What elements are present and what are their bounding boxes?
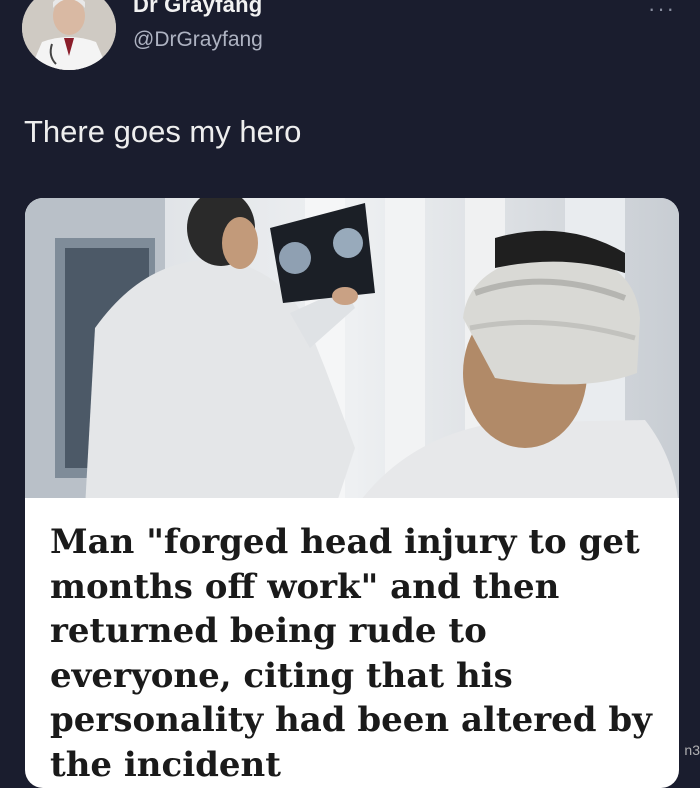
doctor-avatar-image bbox=[22, 0, 116, 70]
avatar[interactable] bbox=[22, 0, 116, 70]
watermark-text: n3 bbox=[684, 742, 700, 758]
news-photo bbox=[25, 198, 679, 508]
display-name[interactable]: Dr Grayfang bbox=[133, 0, 262, 18]
news-headline: Man "forged head injury to get months of… bbox=[50, 522, 652, 785]
more-options-icon[interactable]: ··· bbox=[648, 0, 676, 22]
tweet-header: Dr Grayfang @DrGrayfang ··· bbox=[0, 0, 700, 90]
tweet-text: There goes my hero bbox=[24, 114, 302, 149]
user-handle[interactable]: @DrGrayfang bbox=[133, 28, 263, 52]
media-card[interactable]: Man "forged head injury to get months of… bbox=[25, 198, 679, 788]
